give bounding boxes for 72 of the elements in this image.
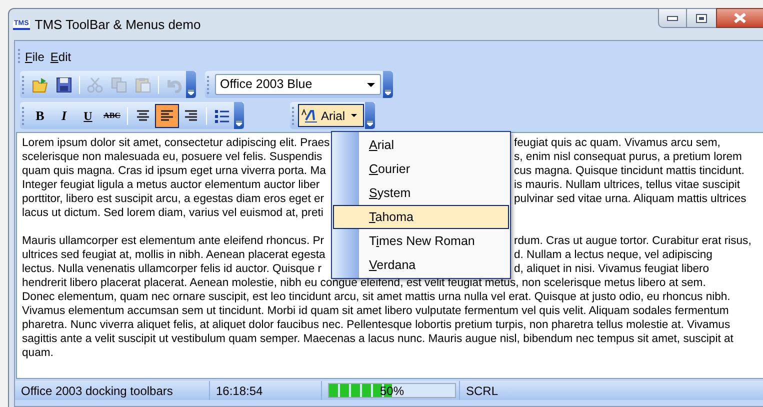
status-text: 16:18:54 [216, 382, 263, 400]
text-line: d, aliquet in nisi. Vivamus feugiat libero [514, 262, 710, 276]
align-left-icon [159, 108, 175, 124]
text-line: Vivamus elementum accumsan sem ut tincidunt. Morbi id quam sit amet libero vulputate fermentum vel quis velit. Aliquam sodales fermentum [22, 304, 729, 318]
format-button[interactable]: U [76, 104, 100, 128]
text-line: quam. [22, 346, 54, 360]
style-dropdown[interactable]: Office 2003 Blue [215, 74, 381, 95]
window-title: TMS ToolBar & Menus demo [34, 16, 201, 34]
close-button[interactable] [716, 8, 763, 28]
text-line: Mauris ullamcorper est elementum ante eleifend rhoncus. Pr [22, 235, 324, 247]
font-menu-item[interactable]: Times New Roman [333, 229, 509, 253]
text-line: scelerisque non malesuada eu, posuere vel felis. Suspendis [22, 151, 322, 163]
toolbar-button[interactable] [155, 104, 179, 128]
text-line: ultrices sed feugiat at, mollis in nibh. Aenean placerat egesta [22, 249, 326, 261]
grip-icon [22, 106, 25, 126]
text-line: quam quis magna. Cras id ipsum eget urna viverra porta. Ma [22, 165, 326, 177]
chevron-down-icon [367, 121, 373, 126]
text-line: Lorem ipsum dolor sit amet, consectetur adipiscing elit. Praes [22, 137, 330, 149]
text-line: Donec elementum, quam nec ornare suscipit, est leo tincidunt arcu, sit amet mattis urna nulla vel erat. Quisque at justo odio, eu rhoncus nibh. [22, 290, 730, 304]
status-text: Office 2003 docking toolbars [21, 382, 173, 400]
font-menu-item[interactable]: Tahoma [333, 205, 509, 229]
font-dropdown[interactable]: Arial [298, 104, 364, 127]
bulleted-list-icon [214, 108, 230, 124]
chevron-down-icon [236, 121, 242, 126]
clipboard-icon [135, 76, 151, 92]
font-menu-item[interactable]: Courier [333, 157, 509, 181]
text-line: pharetra. Nunc viverra aliquet felis, at aliquet dolor faucibus nec. Pellentesque lobortis pretium turpis, non pharetra tellus molestie at. Vivamus [22, 318, 730, 332]
font-menu-item[interactable]: Arial [333, 133, 509, 157]
text-line: Integer feugiat ligula a metus auctor elementum auctor liber [22, 179, 320, 191]
chevron-down-icon [188, 90, 194, 95]
text-line: porttitor, libero est suscipit arcu, a egestas diam eros eget er [22, 193, 324, 205]
copy-icon [111, 76, 127, 92]
menu-item[interactable]: Edit [47, 48, 74, 66]
folder-icon [32, 76, 48, 92]
minimize-button[interactable] [658, 8, 687, 28]
font-icon [301, 108, 318, 122]
close-icon [734, 13, 746, 23]
text-line: rdum. Cras ut augue tortor. Curabitur erat risus, [514, 234, 752, 248]
toolbar-options-button[interactable] [365, 102, 375, 129]
chevron-down-icon [385, 90, 391, 95]
format-button[interactable]: B [28, 104, 52, 128]
align-right-icon [183, 108, 199, 124]
grip-icon [292, 106, 295, 126]
format-button[interactable]: I [52, 104, 76, 128]
text-line: d. Nullam a lectus neque, vel adipiscing [514, 248, 712, 262]
minimize-icon [667, 16, 678, 20]
text-line: is mauris. Nullam ultrices, tellus vitae suscipit [514, 178, 740, 192]
grip-icon [18, 48, 21, 66]
status-text: SCRL [466, 382, 498, 400]
menu-item[interactable]: File [22, 48, 48, 66]
font-menu-item[interactable]: Verdana [333, 253, 509, 277]
text-line: s, enim nisl consequat purus, a pretium lorem [514, 150, 742, 164]
format-button[interactable]: ABC [100, 104, 124, 128]
text-line: lacus ut dictum. Sed lorem diam, varius vel euismod at, preti [22, 207, 324, 219]
dropdown-arrow-icon [351, 114, 358, 117]
toolbar-options-button[interactable] [234, 102, 244, 129]
grip-icon [207, 74, 210, 94]
maximize-button[interactable] [687, 8, 716, 28]
toolbar-options-button[interactable] [186, 71, 196, 98]
text-line: hendrerit libero placerat placerat. Aenean molestie, nibh eu congue eleifend, est velit feugiat metus, non scelerisque metus libero at sem. [22, 276, 706, 290]
scissors-icon [87, 76, 103, 92]
toolbar-options-button[interactable] [383, 71, 393, 98]
maximize-icon [696, 14, 707, 22]
text-line: lectus. Nulla venenatis ullamcorper felis id auctor. Quisque r [22, 263, 322, 275]
align-center-icon [135, 108, 151, 124]
text-line: cus magna. Quisque tincidunt mattis tincidunt. [514, 164, 744, 178]
font-menu-item[interactable]: System [333, 181, 509, 205]
text-line: feugiat quis ac quam. Vivamus arcu sem, [514, 136, 720, 150]
grip-icon [22, 74, 25, 94]
dropdown-arrow-icon [367, 82, 375, 86]
text-line: sagittis ante a velit suscipit ut vestibulum quam semper. Maecenas a lacus nunc. Mauris augue nisl, bibendum nec tempus sit amet, suscipit at [22, 332, 734, 346]
text-line: pulvinar sed vitae urna. Aliquam mattis ultrices [514, 192, 746, 206]
